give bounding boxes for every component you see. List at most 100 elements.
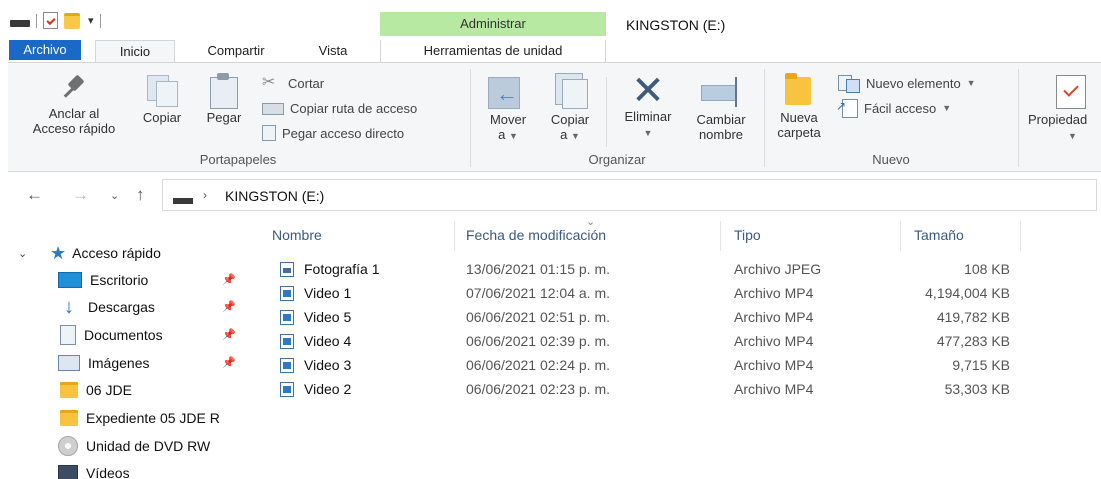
nav-item-expediente[interactable]: Expediente 05 JDE R bbox=[0, 405, 248, 431]
paste-label: Pegar bbox=[206, 110, 242, 125]
copy-path-button[interactable]: Copiar ruta de acceso bbox=[262, 101, 417, 116]
copy-to-button[interactable]: Copiar a ▼ bbox=[540, 73, 600, 144]
table-row[interactable]: Fotografía 1 13/06/2021 01:15 p. m. Arch… bbox=[248, 257, 1101, 281]
file-date: 06/06/2021 02:51 p. m. bbox=[466, 309, 610, 325]
pin-icon[interactable]: 📌 bbox=[222, 328, 236, 341]
back-arrow-icon[interactable]: ← bbox=[26, 185, 43, 205]
column-header-nombre[interactable]: Nombre bbox=[272, 227, 322, 243]
paste-shortcut-button[interactable]: Pegar acceso directo bbox=[262, 125, 404, 141]
new-folder-button[interactable]: Nueva carpeta bbox=[768, 73, 830, 140]
nav-item-documentos[interactable]: Documentos 📌 bbox=[0, 322, 248, 348]
chevron-down-icon: ▼ bbox=[643, 128, 653, 138]
tab-herramientas-de-unidad[interactable]: Herramientas de unidad bbox=[380, 40, 606, 63]
up-arrow-icon[interactable]: ↑ bbox=[136, 185, 145, 205]
file-name: Video 5 bbox=[304, 309, 352, 325]
breadcrumb-kingston[interactable]: KINGSTON (E:) bbox=[225, 188, 324, 204]
copy-label: Copiar bbox=[142, 110, 182, 125]
toolbar-separator bbox=[99, 13, 101, 28]
paste-icon bbox=[208, 73, 240, 109]
recent-locations-chevron-icon[interactable]: ⌄ bbox=[110, 189, 119, 202]
rename-icon bbox=[699, 73, 743, 109]
easy-access-button[interactable]: Fácil acceso ▼ bbox=[836, 99, 951, 118]
star-icon: ★ bbox=[50, 243, 67, 263]
group-label-nuevo: Nuevo bbox=[872, 152, 910, 167]
file-size: 53,303 KB bbox=[944, 381, 1010, 397]
copy-icon bbox=[145, 73, 179, 107]
chevron-down-icon: ▼ bbox=[966, 78, 976, 88]
nav-item-imagenes[interactable]: Imágenes 📌 bbox=[0, 350, 248, 376]
folder-icon bbox=[785, 73, 813, 107]
ribbon-divider bbox=[1018, 69, 1019, 167]
new-item-button[interactable]: Nuevo elemento ▼ bbox=[838, 75, 976, 93]
delete-icon: ✕ bbox=[631, 69, 665, 113]
copy-path-icon bbox=[262, 102, 284, 115]
table-row[interactable]: Video 2 06/06/2021 02:23 p. m. Archivo M… bbox=[248, 377, 1101, 401]
image-file-icon bbox=[280, 262, 294, 277]
navigation-pane: ⌄ ★ Acceso rápido Escritorio 📌 ↓ Descarg… bbox=[0, 230, 248, 479]
pictures-icon bbox=[58, 355, 80, 371]
move-to-button[interactable]: Mover a ▼ bbox=[480, 73, 536, 144]
pin-icon[interactable]: 📌 bbox=[222, 273, 236, 286]
table-row[interactable]: Video 5 06/06/2021 02:51 p. m. Archivo M… bbox=[248, 305, 1101, 329]
file-size: 419,782 KB bbox=[936, 309, 1010, 325]
file-size: 477,283 KB bbox=[936, 333, 1010, 349]
rename-button[interactable]: Cambiar nombre bbox=[686, 73, 756, 142]
folder-icon bbox=[60, 410, 78, 426]
table-row[interactable]: Video 1 07/06/2021 12:04 a. m. Archivo M… bbox=[248, 281, 1101, 305]
window-title: KINGSTON (E:) bbox=[626, 17, 726, 33]
nav-item-label: Unidad de DVD RW bbox=[86, 438, 211, 454]
new-item-icon bbox=[838, 75, 860, 93]
tab-archivo[interactable]: Archivo bbox=[9, 40, 81, 60]
nav-item-videos[interactable]: Vídeos bbox=[0, 460, 248, 479]
delete-button[interactable]: ✕ Eliminar ▼ bbox=[612, 69, 684, 141]
nav-item-label: Expediente 05 JDE R bbox=[86, 410, 220, 426]
pin-to-quick-access-button[interactable]: Anclar al Acceso rápido bbox=[14, 73, 134, 136]
nav-item-descargas[interactable]: ↓ Descargas 📌 bbox=[0, 294, 248, 320]
properties-icon[interactable] bbox=[43, 12, 58, 29]
nav-item-escritorio[interactable]: Escritorio 📌 bbox=[0, 267, 248, 293]
file-name: Video 2 bbox=[304, 381, 352, 397]
column-divider[interactable] bbox=[900, 221, 901, 251]
pin-label-line1: Anclar al bbox=[48, 106, 100, 121]
title-bar: ▾ Administrar KINGSTON (E:) bbox=[0, 0, 1101, 36]
move-label-line1: Mover bbox=[489, 112, 527, 127]
file-list: ⌄ Nombre Fecha de modificación Tipo Tama… bbox=[248, 215, 1101, 479]
file-size: 9,715 KB bbox=[952, 357, 1010, 373]
table-row[interactable]: Video 3 06/06/2021 02:24 p. m. Archivo M… bbox=[248, 353, 1101, 377]
nav-item-quick-access[interactable]: ⌄ ★ Acceso rápido bbox=[0, 240, 248, 266]
pin-icon bbox=[59, 73, 89, 103]
properties-button[interactable]: Propiedad ▼ bbox=[1020, 75, 1101, 144]
nav-item-06-jde[interactable]: 06 JDE bbox=[0, 377, 248, 403]
properties-label: Propiedad bbox=[1028, 112, 1088, 127]
column-divider[interactable] bbox=[720, 221, 721, 251]
group-portapapeles: Anclar al Acceso rápido Copiar Pegar ✂ C… bbox=[8, 63, 468, 171]
pin-icon[interactable]: 📌 bbox=[222, 300, 236, 313]
copy-button[interactable]: Copiar bbox=[132, 73, 192, 125]
copy-path-label: Copiar ruta de acceso bbox=[290, 101, 418, 116]
chevron-down-icon: ▼ bbox=[508, 131, 518, 141]
column-divider[interactable] bbox=[1020, 221, 1021, 251]
address-bar[interactable]: › KINGSTON (E:) bbox=[162, 179, 1097, 211]
tab-vista[interactable]: Vista bbox=[298, 40, 368, 63]
context-tab-header: Administrar bbox=[380, 12, 606, 36]
tab-compartir[interactable]: Compartir bbox=[186, 40, 286, 63]
column-divider[interactable] bbox=[454, 221, 455, 251]
nav-item-label: Descargas bbox=[88, 299, 155, 315]
column-header-fecha[interactable]: Fecha de modificación bbox=[466, 227, 606, 243]
paste-button[interactable]: Pegar bbox=[196, 73, 252, 125]
new-item-label: Nuevo elemento bbox=[866, 75, 961, 91]
new-folder-icon[interactable] bbox=[64, 12, 80, 29]
file-name: Video 1 bbox=[304, 285, 352, 301]
forward-arrow-icon[interactable]: → bbox=[72, 185, 89, 205]
file-type: Archivo MP4 bbox=[734, 333, 814, 349]
column-header-tamano[interactable]: Tamaño bbox=[914, 227, 964, 243]
pin-icon[interactable]: 📌 bbox=[222, 356, 236, 369]
nav-item-dvd-drive[interactable]: Unidad de DVD RW bbox=[0, 433, 248, 459]
breadcrumb-chevron-icon[interactable]: › bbox=[203, 188, 207, 202]
cut-button[interactable]: ✂ Cortar bbox=[262, 75, 324, 91]
expand-chevron-icon[interactable]: ⌄ bbox=[18, 247, 27, 260]
customize-toolbar-dropdown[interactable]: ▾ bbox=[88, 14, 94, 27]
column-header-tipo[interactable]: Tipo bbox=[734, 227, 761, 243]
table-row[interactable]: Video 4 06/06/2021 02:39 p. m. Archivo M… bbox=[248, 329, 1101, 353]
file-name: Fotografía 1 bbox=[304, 261, 380, 277]
